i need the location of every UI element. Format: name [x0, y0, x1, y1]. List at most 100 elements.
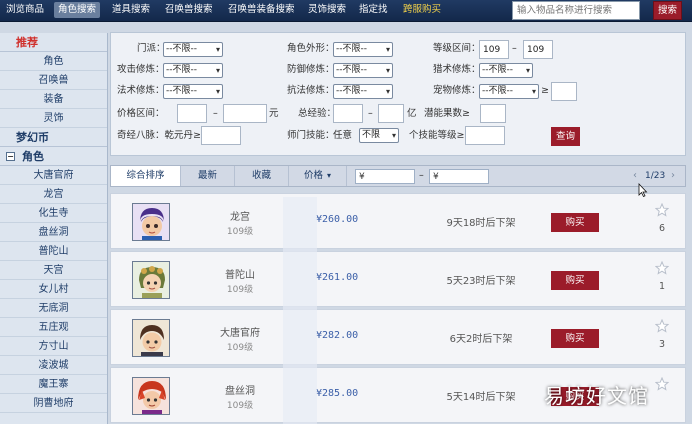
exp-label: 总经验：: [298, 108, 337, 119]
exp-min-input[interactable]: [333, 104, 363, 123]
potential-label: 潜能果数≥: [424, 108, 470, 119]
watermark: 易坊好文馆: [544, 384, 649, 408]
nav-ornament-search[interactable]: 灵饰搜索: [304, 2, 350, 18]
price-min-input[interactable]: [177, 104, 207, 123]
star-icon[interactable]: [655, 203, 669, 217]
star-icon[interactable]: [655, 319, 669, 333]
sidebar-school-wudi[interactable]: 无底洞: [0, 299, 107, 318]
nav-cross-server-buy[interactable]: 跨服购买: [399, 2, 445, 18]
potential-input[interactable]: [480, 104, 506, 123]
sort-price-separator: –: [419, 170, 424, 181]
resist-cultivation-label: 抗法修炼：: [287, 85, 335, 96]
pet-cultivation-min-input[interactable]: [551, 82, 577, 101]
buy-button[interactable]: 购买: [551, 271, 599, 290]
listing-price: ¥285.00: [316, 388, 359, 399]
listing-row[interactable]: 龙宫 109级 ¥260.00 9天18时后下架 购买 6: [110, 193, 686, 249]
level-max-input[interactable]: [523, 40, 553, 59]
tab-comprehensive-sort[interactable]: 综合排序: [111, 166, 181, 186]
defense-cultivation-select[interactable]: --不限-- ▾: [333, 63, 393, 78]
price-max-input[interactable]: [223, 104, 267, 123]
nav-pet-search[interactable]: 召唤兽搜索: [161, 2, 217, 18]
attack-cultivation-select[interactable]: --不限-- ▾: [163, 63, 223, 78]
tab-price[interactable]: 价格 ▾: [289, 166, 347, 186]
sidebar-school-putuo[interactable]: 普陀山: [0, 242, 107, 261]
sidebar-school-nverc[interactable]: 女儿村: [0, 280, 107, 299]
listing-level: 109级: [226, 343, 254, 353]
sidebar-item-ornament[interactable]: 灵饰: [0, 109, 107, 128]
sort-price-min-input[interactable]: [355, 169, 415, 184]
sidebar-school-longgong[interactable]: 龙宫: [0, 185, 107, 204]
listing-school: 龙宫: [230, 212, 250, 223]
sidebar-school-fangcun[interactable]: 方寸山: [0, 337, 107, 356]
sidebar-item-currency[interactable]: 梦幻币: [0, 128, 107, 147]
next-page-icon[interactable]: ›: [671, 166, 675, 186]
level-min-input[interactable]: [479, 40, 509, 59]
skill-level-input[interactable]: [465, 126, 505, 145]
listing-level: 109级: [226, 227, 254, 237]
chevron-down-icon: ▾: [215, 45, 220, 54]
star-icon[interactable]: [655, 261, 669, 275]
sidebar-school-pansi[interactable]: 盘丝洞: [0, 223, 107, 242]
price-separator: –: [213, 108, 218, 119]
nav-browse-items[interactable]: 浏览商品: [2, 2, 48, 18]
nav-prop-search[interactable]: 道具搜索: [108, 2, 154, 18]
tab-favorites[interactable]: 收藏: [235, 166, 289, 186]
character-avatar: [132, 319, 170, 357]
favorite-count: 3: [658, 339, 666, 350]
search-button[interactable]: 搜索: [653, 1, 682, 20]
magic-cultivation-label: 法术修炼：: [117, 85, 165, 96]
prev-page-icon[interactable]: ‹: [633, 166, 637, 186]
listing-row[interactable]: 普陀山 109级 ¥261.00 5天23时后下架 购买 1: [110, 251, 686, 307]
defense-cultivation-value: --不限--: [336, 65, 367, 75]
listing-row[interactable]: 大唐官府 109级 ¥282.00 6天2时后下架 购买 3: [110, 309, 686, 365]
qianyuandan-input[interactable]: [201, 126, 241, 145]
magic-cultivation-select[interactable]: --不限-- ▾: [163, 84, 223, 99]
sidebar-school-yincao[interactable]: 阴曹地府: [0, 394, 107, 413]
sidebar-school-datang[interactable]: 大唐官府: [0, 166, 107, 185]
character-avatar: [132, 261, 170, 299]
sidebar-school-lingbo[interactable]: 凌波城: [0, 356, 107, 375]
sidebar-category-role[interactable]: − 角色: [0, 147, 107, 166]
pet-ge-symbol: ≥: [541, 85, 549, 96]
nav-designated-find[interactable]: 指定找: [355, 2, 392, 18]
collapse-icon[interactable]: −: [6, 152, 15, 161]
sidebar-item-role[interactable]: 角色: [0, 52, 107, 71]
school-select-value: --不限--: [166, 44, 197, 54]
tab-newest[interactable]: 最新: [181, 166, 235, 186]
star-icon[interactable]: [655, 377, 669, 391]
exp-unit: 亿: [407, 108, 417, 119]
sidebar-school-mowang[interactable]: 魔王寨: [0, 375, 107, 394]
sidebar-school-tiangong[interactable]: 天宫: [0, 261, 107, 280]
sidebar-school-huasheng[interactable]: 化生寺: [0, 204, 107, 223]
query-button[interactable]: 查询: [551, 127, 580, 146]
sidebar-item-pet[interactable]: 召唤兽: [0, 71, 107, 90]
favorite-count: 6: [658, 223, 666, 234]
search-input[interactable]: [512, 1, 640, 20]
sidebar-school-wuzhuang[interactable]: 五庄观: [0, 318, 107, 337]
nav-role-search[interactable]: 角色搜索: [54, 2, 101, 18]
beast-cultivation-select[interactable]: --不限-- ▾: [479, 63, 533, 78]
price-range-label: 价格区间：: [117, 108, 165, 119]
school-label: 门派：: [137, 43, 166, 54]
master-skill-label: 师门技能：: [287, 130, 335, 141]
chevron-down-icon: ▾: [531, 87, 536, 96]
master-skill-select[interactable]: 不限 ▾: [359, 128, 399, 143]
resist-cultivation-select[interactable]: --不限-- ▾: [333, 84, 393, 99]
chevron-down-icon: ▾: [385, 45, 390, 54]
school-select[interactable]: --不限-- ▾: [163, 42, 223, 57]
sidebar-item-equipment[interactable]: 装备: [0, 90, 107, 109]
chevron-down-icon: ▾: [525, 66, 530, 75]
appearance-select[interactable]: --不限-- ▾: [333, 42, 393, 57]
buy-button[interactable]: 购买: [551, 213, 599, 232]
listing-time-left: 5天23时后下架: [446, 276, 516, 287]
listing-school: 大唐官府: [220, 328, 260, 339]
attack-cultivation-label: 攻击修炼：: [117, 64, 165, 75]
defense-cultivation-label: 防御修炼：: [287, 64, 335, 75]
pet-cultivation-select[interactable]: --不限-- ▾: [479, 84, 539, 99]
qiannv-label: 奇经八脉：乾元丹≥: [117, 130, 201, 141]
chevron-down-icon: ▾: [327, 171, 332, 180]
exp-max-input[interactable]: [378, 104, 404, 123]
nav-pet-equip-search[interactable]: 召唤兽装备搜索: [224, 2, 299, 18]
sort-price-max-input[interactable]: [429, 169, 489, 184]
buy-button[interactable]: 购买: [551, 329, 599, 348]
